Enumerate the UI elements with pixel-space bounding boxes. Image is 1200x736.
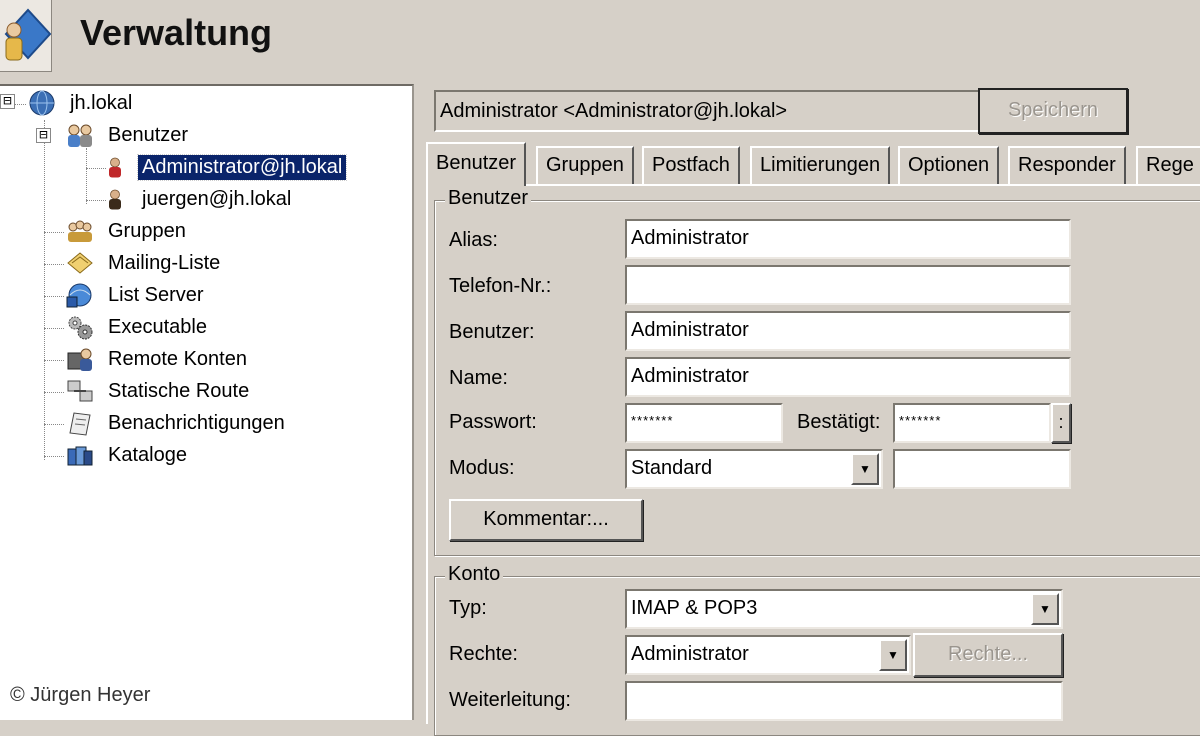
tab-limitierungen[interactable]: Limitierungen [750,146,891,184]
rechte-button[interactable]: Rechte... [913,633,1063,677]
detail-panel: Administrator <Administrator@jh.lokal> S… [416,84,1200,736]
tree-item-label: Benutzer [108,123,189,146]
alias-label: Alias: [449,229,498,251]
benutzer-group: Benutzer Alias: Administrator Telefon-Nr… [434,187,1200,556]
tab-gruppen[interactable]: Gruppen [536,146,634,184]
tree-item-statische-route[interactable]: Statische Route [64,376,253,406]
tree-item-label: List Server [108,283,204,306]
password-options-button[interactable]: : [1051,403,1071,443]
rechte-label: Rechte: [449,643,518,665]
weiterleitung-label: Weiterleitung: [449,689,571,711]
weiterleitung-field[interactable] [625,681,1063,721]
modus-select-value: Standard [631,457,713,479]
modus-select[interactable]: Standard ▼ [625,449,883,489]
header-title: Verwaltung [80,12,273,53]
confirm-password-field[interactable]: ******* [893,403,1051,443]
tree-item-kataloge[interactable]: Kataloge [64,440,191,470]
name-label: Name: [449,367,508,389]
tree-collapse-benutzer-icon[interactable]: ⊟ [36,128,51,143]
telefon-label: Telefon-Nr.: [449,275,552,297]
navigation-tree[interactable]: ⊟ ⊟ jh.lokal Benutzer Administrator@jh.l… [0,84,414,720]
tree-item-label: Mailing-Liste [108,251,221,274]
telefon-field[interactable] [625,265,1071,305]
tree-item-label: Executable [108,315,207,338]
copyright-watermark: © Jürgen Heyer [10,684,151,706]
rechte-select[interactable]: Administrator ▼ [625,635,911,675]
benutzer-group-title: Benutzer [445,187,532,210]
app-icon [0,0,52,72]
catalog-icon [67,446,93,466]
user-red-icon [109,157,121,178]
tree-item-label: Kataloge [108,443,187,466]
mailing-list-icon [67,252,93,274]
tree-item-remote-konten[interactable]: Remote Konten [64,344,251,374]
tree-item-user-administrator[interactable]: Administrator@jh.lokal [106,152,348,182]
tab-regeln[interactable]: Rege [1136,146,1200,184]
benutzer-label: Benutzer: [449,321,535,343]
tree-item-user-juergen[interactable]: juergen@jh.lokal [106,184,295,214]
konto-group-title: Konto [445,563,504,586]
tree-item-list-server[interactable]: List Server [64,280,208,310]
notification-icon [69,412,91,436]
tree-item-mailing-liste[interactable]: Mailing-Liste [64,248,224,278]
globe-icon [29,90,55,116]
konto-group: Konto Typ: IMAP & POP3 ▼ Rechte: Adminis… [434,563,1200,736]
name-field[interactable]: Administrator [625,357,1071,397]
tree-item-label: Statische Route [108,379,250,402]
current-user-field: Administrator <Administrator@jh.lokal> [434,90,984,132]
chevron-down-icon[interactable]: ▼ [1031,593,1059,625]
tree-item-label: juergen@jh.lokal [142,187,292,210]
rechte-select-value: Administrator [631,643,749,665]
app-header: Verwaltung [0,0,1200,84]
user-icon [109,189,121,210]
tree-item-benachrichtigungen[interactable]: Benachrichtigungen [64,408,289,438]
tab-responder[interactable]: Responder [1008,146,1126,184]
tree-item-label: Benachrichtigungen [108,411,285,434]
tab-optionen[interactable]: Optionen [898,146,1000,184]
list-server-icon [66,283,92,308]
typ-select[interactable]: IMAP & POP3 ▼ [625,589,1063,629]
chevron-down-icon[interactable]: ▼ [851,453,879,485]
password-field[interactable]: ******* [625,403,783,443]
modus-label: Modus: [449,457,515,479]
tab-bar: Benutzer Gruppen Postfach Limitierungen … [426,142,1200,186]
tab-postfach[interactable]: Postfach [642,146,740,184]
tree-item-gruppen[interactable]: Gruppen [64,216,190,246]
typ-select-value: IMAP & POP3 [631,597,758,619]
tree-item-root[interactable]: jh.lokal [26,88,136,118]
chevron-down-icon[interactable]: ▼ [879,639,907,671]
group-icon [68,220,92,242]
alias-field[interactable]: Administrator [625,219,1071,259]
remote-accounts-icon [67,348,92,371]
gears-icon [68,316,93,340]
tree-item-executable[interactable]: Executable [64,312,211,342]
save-button[interactable]: Speichern [978,88,1128,134]
tree-item-label: Gruppen [108,219,186,242]
passwort-label: Passwort: [449,411,537,433]
bestaetigt-label: Bestätigt: [797,411,881,433]
typ-label: Typ: [449,597,487,619]
modus-extra-field[interactable] [893,449,1071,489]
route-icon [67,380,93,402]
tab-benutzer[interactable]: Benutzer [426,142,527,186]
tree-collapse-root-icon[interactable]: ⊟ [0,94,15,109]
tree-item-benutzer[interactable]: Benutzer [64,120,192,150]
tab-content-benutzer: Benutzer Alias: Administrator Telefon-Nr… [426,184,1200,736]
tree-item-label: Administrator@jh.lokal [136,153,348,181]
benutzer-field[interactable]: Administrator [625,311,1071,351]
kommentar-button[interactable]: Kommentar:... [449,499,643,541]
tree-item-label: Remote Konten [108,347,247,370]
users-icon [68,124,92,147]
tree-item-label: jh.lokal [70,91,133,114]
